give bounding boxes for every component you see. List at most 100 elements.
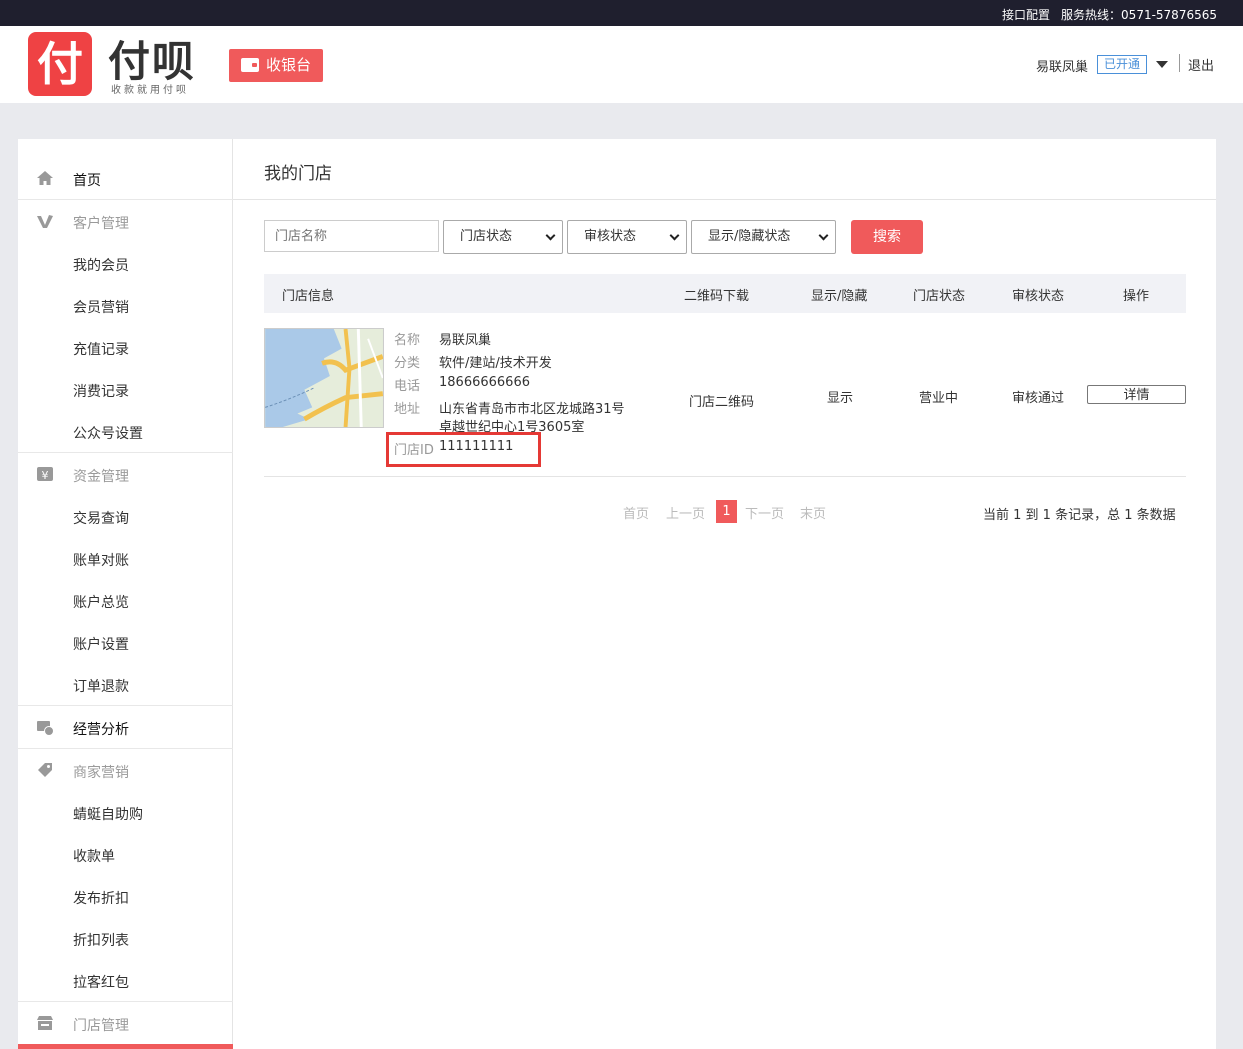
- money-icon: ¥: [37, 467, 53, 482]
- tag-icon: [38, 763, 52, 777]
- sidebar-item-funds[interactable]: ¥ 资金管理: [18, 453, 233, 495]
- chevron-down-icon: [818, 230, 829, 241]
- sidebar-item-label: 交易查询: [73, 511, 129, 527]
- store-name-label: 名称: [394, 333, 421, 348]
- sidebar-item-label: 账单对账: [73, 553, 129, 569]
- sidebar-item-label: 账户总览: [73, 595, 129, 611]
- store-name: 易联凤巢: [439, 333, 492, 348]
- store-phone: 18666666666: [439, 375, 530, 390]
- sidebar-item-label: 拉客红包: [73, 975, 129, 991]
- active-indicator: [18, 1044, 233, 1049]
- store-name-input[interactable]: [264, 220, 439, 252]
- sidebar-item-account-overview[interactable]: 账户总览: [18, 579, 233, 621]
- sidebar-item-members[interactable]: 我的会员: [18, 242, 233, 284]
- header: 付 付呗 收款就用付呗 收银台 易联凤巢 已开通 退出: [0, 26, 1243, 103]
- sidebar-item-transactions[interactable]: 交易查询: [18, 495, 233, 537]
- column-header: 操作: [1123, 289, 1150, 304]
- wallet-icon: [241, 58, 259, 72]
- sidebar-item-label: 充值记录: [73, 342, 129, 358]
- analytics-icon: [37, 721, 54, 736]
- sidebar-item-label: 首页: [73, 173, 101, 189]
- sidebar-item-receipts[interactable]: 收款单: [18, 833, 233, 875]
- v-icon: [37, 215, 53, 228]
- sidebar-item-label: 消费记录: [73, 384, 129, 400]
- sidebar-item-recharge[interactable]: 充值记录: [18, 326, 233, 368]
- review-status-cell: 审核通过: [1012, 391, 1065, 406]
- sidebar-item-label: 蜻蜓自助购: [73, 807, 143, 823]
- sidebar-item-reconciliation[interactable]: 账单对账: [18, 537, 233, 579]
- column-header: 审核状态: [1012, 289, 1065, 304]
- store-address-line1: 山东省青岛市市北区龙城路31号: [439, 402, 625, 417]
- store-status-value: 门店状态: [460, 229, 513, 244]
- search-button[interactable]: 搜索: [851, 220, 923, 254]
- sidebar-item-label: 订单退款: [73, 679, 129, 695]
- logo-icon[interactable]: 付: [28, 32, 92, 96]
- divider: [1179, 54, 1180, 72]
- sidebar-item-label: 门店管理: [73, 1018, 129, 1034]
- pagination-summary: 当前 1 到 1 条记录，总 1 条数据: [983, 508, 1176, 523]
- sidebar-item-label: 账户设置: [73, 637, 129, 653]
- pagination-first[interactable]: 首页: [623, 503, 649, 522]
- sidebar-item-label: 资金管理: [73, 469, 129, 485]
- sidebar-item-label: 商家营销: [73, 765, 129, 781]
- highlight-box: [386, 432, 541, 467]
- table-header: 门店信息 二维码下载 显示/隐藏 门店状态 审核状态 操作: [264, 274, 1186, 313]
- chevron-down-icon[interactable]: [1156, 61, 1168, 68]
- visibility-cell: 显示: [827, 391, 854, 406]
- review-status-value: 审核状态: [584, 229, 637, 244]
- sidebar-item-label: 折扣列表: [73, 933, 129, 949]
- store-category: 软件/建站/技术开发: [439, 356, 552, 371]
- review-status-select[interactable]: 审核状态: [567, 220, 687, 254]
- chevron-down-icon: [545, 230, 556, 241]
- sidebar-item-label: 会员营销: [73, 300, 129, 316]
- page-title: 我的门店: [264, 164, 332, 184]
- sidebar-item-label: 发布折扣: [73, 891, 129, 907]
- status-badge: 已开通: [1097, 55, 1147, 74]
- sidebar-item-self-service[interactable]: 蜻蜓自助购: [18, 791, 233, 833]
- sidebar-item-analytics[interactable]: 经营分析: [18, 706, 233, 748]
- sidebar-item-merchant-marketing[interactable]: 商家营销: [18, 749, 233, 791]
- pagination-current[interactable]: 1: [716, 500, 737, 523]
- sidebar-item-account-settings[interactable]: 账户设置: [18, 621, 233, 663]
- column-header: 门店信息: [282, 289, 335, 304]
- sidebar-item-publish-discount[interactable]: 发布折扣: [18, 875, 233, 917]
- pagination-prev[interactable]: 上一页: [666, 503, 705, 522]
- svg-text:¥: ¥: [42, 469, 49, 482]
- sidebar-item-label: 公众号设置: [73, 426, 143, 442]
- cashier-label: 收银台: [266, 56, 312, 74]
- sidebar-item-consumption[interactable]: 消费记录: [18, 368, 233, 410]
- store-status-select[interactable]: 门店状态: [443, 220, 563, 254]
- store-phone-label: 电话: [394, 379, 421, 394]
- sidebar-item-wechat-settings[interactable]: 公众号设置: [18, 410, 233, 452]
- column-header: 显示/隐藏: [811, 289, 868, 304]
- home-icon: [37, 171, 53, 185]
- visibility-status-select[interactable]: 显示/隐藏状态: [691, 220, 836, 254]
- logout-link[interactable]: 退出: [1188, 55, 1214, 74]
- column-header: 门店状态: [913, 289, 966, 304]
- sidebar-item-store-management[interactable]: 门店管理: [18, 1002, 233, 1044]
- sidebar-item-home[interactable]: 首页: [18, 157, 233, 199]
- sidebar: 首页 客户管理 我的会员 会员营销 充值记录 消费记录 公众号设置 ¥ 资金管理…: [18, 139, 233, 1049]
- sidebar-item-label: 收款单: [73, 849, 115, 865]
- sidebar-item-label: 经营分析: [73, 722, 129, 738]
- divider: [264, 476, 1186, 477]
- detail-button[interactable]: 详情: [1087, 385, 1186, 404]
- sidebar-item-red-packets[interactable]: 拉客红包: [18, 959, 233, 1001]
- main-panel: 我的门店 门店状态 审核状态 显示/隐藏状态 搜索 门店信息 二维码下载 显示/…: [233, 139, 1216, 1049]
- api-config-link[interactable]: 接口配置: [1002, 6, 1050, 23]
- pagination-last[interactable]: 末页: [800, 503, 826, 522]
- logo-text: 付呗: [108, 37, 197, 86]
- sidebar-item-customers[interactable]: 客户管理: [18, 200, 233, 242]
- divider: [233, 199, 1216, 200]
- top-bar: 接口配置 服务热线：0571-57876565: [0, 0, 1243, 26]
- pagination-next[interactable]: 下一页: [745, 503, 784, 522]
- sidebar-item-member-marketing[interactable]: 会员营销: [18, 284, 233, 326]
- qr-download-link[interactable]: 门店二维码: [689, 391, 754, 410]
- sidebar-item-discount-list[interactable]: 折扣列表: [18, 917, 233, 959]
- store-status-cell: 营业中: [919, 391, 959, 406]
- store-address-label: 地址: [394, 402, 421, 417]
- sidebar-item-refunds[interactable]: 订单退款: [18, 663, 233, 705]
- sidebar-item-label: 客户管理: [73, 216, 129, 232]
- cashier-button[interactable]: 收银台: [229, 49, 323, 82]
- store-icon: [37, 1016, 53, 1030]
